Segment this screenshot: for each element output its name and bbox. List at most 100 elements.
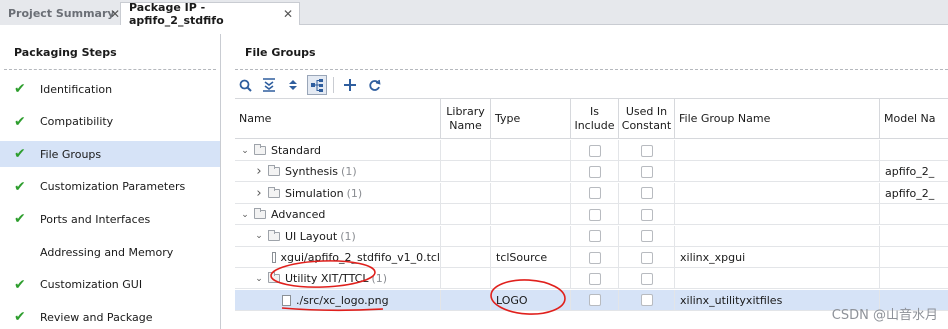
step-customization-gui[interactable]: ✔ Customization GUI <box>0 272 220 298</box>
chevron-down-icon[interactable]: ⌄ <box>253 274 265 284</box>
table-row[interactable]: › Synthesis (1) apfifo_2_ <box>235 161 948 183</box>
checkmark-icon: ✔ <box>14 146 26 163</box>
table-row[interactable]: › Simulation (1) apfifo_2_ <box>235 182 948 204</box>
cell-library-name <box>441 204 491 226</box>
cell-library-name <box>441 289 491 311</box>
row-name: Standard <box>271 144 322 157</box>
chevron-down-icon[interactable]: ⌄ <box>239 146 251 156</box>
is-include-checkbox[interactable] <box>588 208 601 221</box>
add-icon[interactable] <box>340 75 360 95</box>
table-row[interactable]: ⌄ UI Layout (1) <box>235 225 948 247</box>
file-groups-panel: File Groups Name Library Name Type Is In… <box>231 34 948 329</box>
chevron-right-icon[interactable]: › <box>253 164 265 179</box>
cell-is-include <box>571 161 619 183</box>
is-include-checkbox[interactable] <box>588 144 601 157</box>
used-in-constant-checkbox[interactable] <box>640 294 653 307</box>
cell-model-name <box>880 204 948 225</box>
used-in-constant-checkbox[interactable] <box>640 144 653 157</box>
step-label: File Groups <box>40 147 102 161</box>
cell-type <box>491 161 571 183</box>
step-ports-and-interfaces[interactable]: ✔ Ports and Interfaces <box>0 206 220 232</box>
search-icon[interactable] <box>235 75 255 95</box>
cell-is-include <box>571 289 619 311</box>
table-row[interactable]: xgui/apfifo_2_stdfifo_v1_0.tcl tclSource x… <box>235 247 948 268</box>
close-icon[interactable]: ✕ <box>283 7 293 21</box>
column-header-type[interactable]: Type <box>491 99 571 139</box>
column-header-name[interactable]: Name <box>235 99 441 139</box>
row-name: ./src/xc_logo.png <box>296 293 389 307</box>
cell-library-name <box>441 225 491 247</box>
column-header-used-in-constant[interactable]: Used In Constant <box>619 99 675 139</box>
cell-name: ./src/xc_logo.png <box>235 289 441 311</box>
close-icon[interactable]: ✕ <box>110 7 120 21</box>
cell-is-include <box>571 268 619 290</box>
chevron-down-icon[interactable]: ⌄ <box>253 231 265 241</box>
column-header-is-include[interactable]: Is Include <box>571 99 619 139</box>
is-include-checkbox[interactable] <box>588 230 601 243</box>
row-type[interactable]: LOGO <box>496 294 528 307</box>
row-count: (1) <box>340 229 356 243</box>
cell-model-name <box>880 247 948 268</box>
step-addressing-and-memory[interactable]: Addressing and Memory <box>0 239 220 265</box>
step-label: Identification <box>40 82 113 96</box>
hierarchy-icon[interactable] <box>307 75 327 95</box>
cell-file-group-name <box>675 182 880 204</box>
expand-all-icon[interactable] <box>283 75 303 95</box>
tab-package-ip[interactable]: Package IP - apfifo_2_stdfifo ✕ <box>120 1 300 27</box>
cell-name: ⌄ UI Layout (1) <box>235 225 441 247</box>
is-include-checkbox[interactable] <box>588 251 601 264</box>
table-row[interactable]: ⌄ Standard <box>235 140 948 161</box>
folder-icon <box>254 208 266 220</box>
chevron-right-icon[interactable]: › <box>253 186 265 201</box>
cell-is-include <box>571 225 619 247</box>
cell-file-group-name <box>675 225 880 247</box>
cell-type <box>491 182 571 204</box>
row-name: xgui/apfifo_2_stdfifo_v1_0.tcl <box>280 251 440 264</box>
cell-library-name <box>441 268 491 290</box>
table-row[interactable]: ⌄ Advanced <box>235 204 948 226</box>
step-compatibility[interactable]: ✔ Compatibility <box>0 109 220 135</box>
cell-used-in-constant <box>619 289 675 311</box>
step-identification[interactable]: ✔ Identification <box>0 76 220 102</box>
tab-project-summary[interactable]: Project Summary ✕ <box>0 2 124 25</box>
watermark: CSDN @山音水月 <box>831 308 938 323</box>
step-review-and-package[interactable]: ✔ Review and Package <box>0 304 220 329</box>
folder-icon <box>268 272 280 284</box>
cell-name: ⌄ Standard <box>235 140 441 161</box>
table-row[interactable]: ⌄ Utility XIT/TTCL (1) <box>235 268 948 290</box>
is-include-checkbox[interactable] <box>588 272 601 285</box>
column-header-model-name[interactable]: Model Na <box>880 99 948 139</box>
cell-file-group-name: xilinx_xpgui <box>675 247 880 268</box>
collapse-all-icon[interactable] <box>259 75 279 95</box>
used-in-constant-checkbox[interactable] <box>640 208 653 221</box>
tab-label: Project Summary <box>8 7 115 20</box>
is-include-checkbox[interactable] <box>588 165 601 178</box>
cell-type <box>491 204 571 226</box>
row-name: Advanced <box>271 208 326 222</box>
used-in-constant-checkbox[interactable] <box>640 251 653 264</box>
column-header-file-group-name[interactable]: File Group Name <box>675 99 880 139</box>
used-in-constant-checkbox[interactable] <box>640 187 653 200</box>
used-in-constant-checkbox[interactable] <box>640 230 653 243</box>
cell-type <box>491 225 571 247</box>
column-header-library-name[interactable]: Library Name <box>441 99 491 139</box>
used-in-constant-checkbox[interactable] <box>640 272 653 285</box>
panel-title: File Groups <box>245 46 316 59</box>
divider <box>4 69 216 70</box>
folder-icon <box>254 144 266 155</box>
step-customization-parameters[interactable]: ✔ Customization Parameters <box>0 174 220 200</box>
is-include-checkbox[interactable] <box>588 187 601 200</box>
chevron-down-icon[interactable]: ⌄ <box>239 210 251 220</box>
row-model-name: apfifo_2_ <box>885 165 935 179</box>
refresh-icon[interactable] <box>364 75 384 95</box>
step-file-groups[interactable]: ✔ File Groups <box>0 141 220 168</box>
is-include-checkbox[interactable] <box>588 294 601 307</box>
used-in-constant-checkbox[interactable] <box>640 165 653 178</box>
cell-used-in-constant <box>619 161 675 183</box>
folder-icon <box>268 165 280 177</box>
checkmark-icon: ✔ <box>14 81 26 97</box>
cell-used-in-constant <box>619 247 675 268</box>
cell-type <box>491 140 571 161</box>
step-label: Customization Parameters <box>40 180 186 194</box>
checkmark-icon: ✔ <box>14 309 26 326</box>
